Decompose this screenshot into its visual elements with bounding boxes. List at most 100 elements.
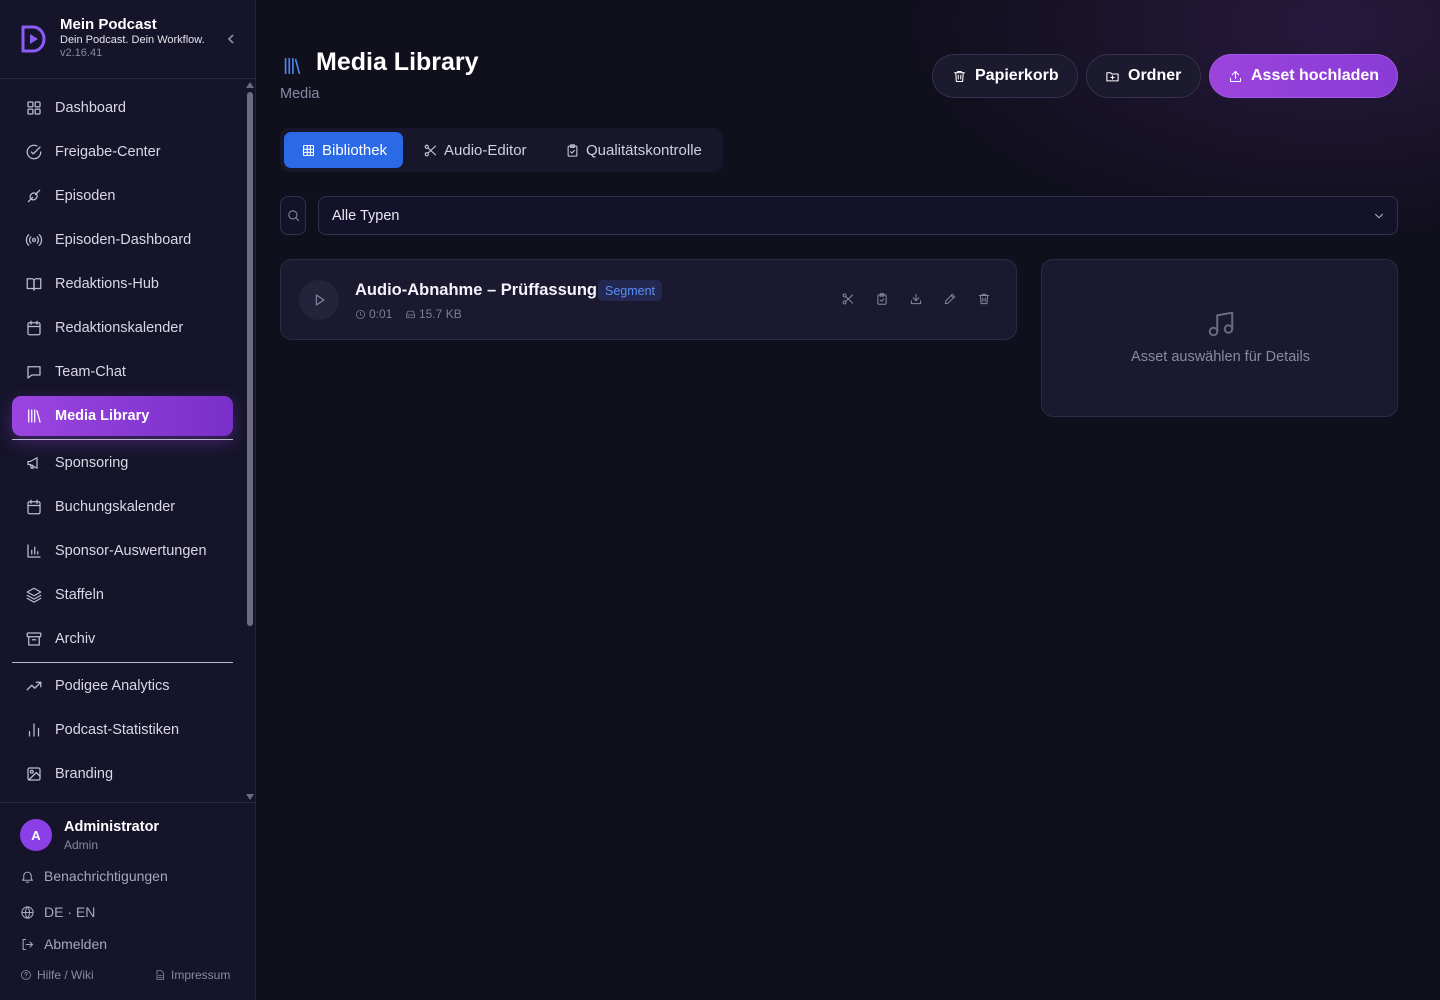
sidebar-item-team-chat[interactable]: Team-Chat xyxy=(12,352,233,392)
search-button[interactable] xyxy=(280,196,306,235)
page-title: Media Library xyxy=(316,48,479,76)
search-icon xyxy=(286,208,301,223)
sidebar-item-episoden-dashboard[interactable]: Episoden-Dashboard xyxy=(12,220,233,260)
logout-icon xyxy=(20,937,35,952)
sidebar-item-label: Redaktions-Hub xyxy=(55,276,159,292)
sidebar-item-episoden[interactable]: Episoden xyxy=(12,176,233,216)
imprint-label: Impressum xyxy=(171,968,231,982)
sidebar-scroll-thumb[interactable] xyxy=(247,92,253,626)
edit-button[interactable] xyxy=(943,292,959,308)
help-label: Hilfe / Wiki xyxy=(37,968,94,982)
sidebar-item-redaktions-hub[interactable]: Redaktions-Hub xyxy=(12,264,233,304)
notifications-link[interactable]: Benachrichtigungen xyxy=(20,866,168,886)
tab-audio-editor[interactable]: Audio-Editor xyxy=(407,132,540,168)
app-version: v2.16.41 xyxy=(60,47,103,59)
sidebar-item-label: Buchungskalender xyxy=(55,499,176,515)
trash-button-label: Papierkorb xyxy=(975,67,1059,84)
broadcast-icon xyxy=(25,231,43,249)
help-wiki-link[interactable]: Hilfe / Wiki xyxy=(20,966,94,984)
language-switch[interactable]: DE · EN xyxy=(20,902,95,922)
asset-title: Audio-Abnahme – Prüffassung xyxy=(355,281,598,299)
sidebar-item-podigee-analytics[interactable]: Podigee Analytics xyxy=(12,666,233,706)
sidebar-item-label: Branding xyxy=(55,766,114,782)
play-button[interactable] xyxy=(299,280,339,320)
sidebar-item-buchungskalender[interactable]: Buchungskalender xyxy=(12,487,233,527)
type-filter-select[interactable]: Alle Typen xyxy=(318,196,1398,235)
quality-check-button[interactable] xyxy=(875,292,891,308)
sidebar-item-label: Sponsoring xyxy=(55,455,129,471)
upload-asset-button[interactable]: Asset hochladen xyxy=(1209,54,1398,98)
scissors-icon xyxy=(841,292,857,306)
asset-size-value: 15.7 KB xyxy=(419,307,462,321)
sidebar-item-redaktionskalender[interactable]: Redaktionskalender xyxy=(12,308,233,348)
sidebar-item-branding[interactable]: Branding xyxy=(12,754,233,794)
tab-label: Bibliothek xyxy=(322,141,388,159)
chevron-down-icon xyxy=(1372,209,1386,223)
asset-list-item[interactable]: Audio-Abnahme – Prüffassung Segment 0:01… xyxy=(280,259,1017,340)
sidebar-item-freigabe-center[interactable]: Freigabe-Center xyxy=(12,132,233,172)
sidebar-item-sponsor-auswertungen[interactable]: Sponsor-Auswertungen xyxy=(12,531,233,571)
logout-label: Abmelden xyxy=(44,936,108,952)
folder-plus-icon xyxy=(1105,69,1120,84)
trash-button[interactable]: Papierkorb xyxy=(932,54,1078,98)
clipboard-check-icon xyxy=(565,143,580,158)
cut-asset-button[interactable] xyxy=(841,292,857,308)
scroll-down-arrow-icon[interactable] xyxy=(246,794,254,800)
language-label: DE · EN xyxy=(44,904,96,920)
nav-divider xyxy=(12,439,233,440)
asset-duration-value: 0:01 xyxy=(369,307,393,321)
logout-link[interactable]: Abmelden xyxy=(20,934,107,954)
asset-detail-panel: Asset auswählen für Details xyxy=(1041,259,1398,417)
scissors-icon xyxy=(423,143,438,158)
folder-button-label: Ordner xyxy=(1128,67,1182,84)
check-circle-icon xyxy=(25,143,43,161)
link-icon xyxy=(25,187,43,205)
collapse-sidebar-button[interactable] xyxy=(223,31,239,47)
sidebar-item-label: Freigabe-Center xyxy=(55,144,161,160)
download-button[interactable] xyxy=(909,292,925,308)
asset-duration: 0:01 xyxy=(355,306,392,322)
page-subtitle: Media xyxy=(280,86,320,102)
folder-button[interactable]: Ordner xyxy=(1086,54,1201,98)
sidebar-nav: Dashboard Freigabe-Center Episoden Episo… xyxy=(0,80,244,802)
tab-label: Qualitätskontrolle xyxy=(586,141,702,159)
user-name: Administrator xyxy=(64,819,160,835)
book-open-icon xyxy=(25,275,43,293)
upload-button-label: Asset hochladen xyxy=(1251,67,1380,84)
hard-drive-icon xyxy=(405,309,416,320)
message-icon xyxy=(25,363,43,381)
sidebar-item-staffeln[interactable]: Staffeln xyxy=(12,575,233,615)
trash-icon xyxy=(952,69,967,84)
tab-bibliothek[interactable]: Bibliothek xyxy=(284,132,403,168)
delete-button[interactable] xyxy=(977,292,993,308)
asset-size: 15.7 KB xyxy=(405,306,462,322)
clipboard-check-icon xyxy=(875,292,891,306)
sidebar-item-label: Redaktionskalender xyxy=(55,320,184,336)
sidebar-item-label: Episoden-Dashboard xyxy=(55,232,192,248)
brand-tagline: Dein Podcast. Dein Workflow. xyxy=(60,34,205,46)
sidebar-item-sponsoring[interactable]: Sponsoring xyxy=(12,443,233,483)
image-icon xyxy=(25,765,43,783)
view-tabs: Bibliothek Audio-Editor Qualitätskontrol… xyxy=(280,128,723,172)
tab-qualitaetskontrolle[interactable]: Qualitätskontrolle xyxy=(544,132,719,168)
bar-chart-icon xyxy=(25,542,43,560)
avatar[interactable]: A xyxy=(20,819,52,851)
scroll-up-arrow-icon[interactable] xyxy=(246,82,254,88)
bell-icon xyxy=(20,869,35,884)
upload-icon xyxy=(1228,69,1243,84)
calendar-icon xyxy=(25,498,43,516)
music-note-icon xyxy=(1206,309,1236,339)
sidebar-item-archiv[interactable]: Archiv xyxy=(12,619,233,659)
sidebar-item-label: Media Library xyxy=(55,408,150,424)
library-icon xyxy=(25,407,43,425)
brand-header: Mein Podcast Dein Podcast. Dein Workflow… xyxy=(0,0,255,79)
megaphone-icon xyxy=(25,454,43,472)
grid-icon xyxy=(25,99,43,117)
imprint-link[interactable]: Impressum xyxy=(154,966,230,984)
sidebar-item-podcast-statistiken[interactable]: Podcast-Statistiken xyxy=(12,710,233,750)
sidebar-item-label: Dashboard xyxy=(55,100,126,116)
sidebar-item-media-library[interactable]: Media Library xyxy=(12,396,233,436)
play-icon xyxy=(312,292,327,308)
notifications-label: Benachrichtigungen xyxy=(44,868,168,884)
sidebar-item-dashboard[interactable]: Dashboard xyxy=(12,88,233,128)
